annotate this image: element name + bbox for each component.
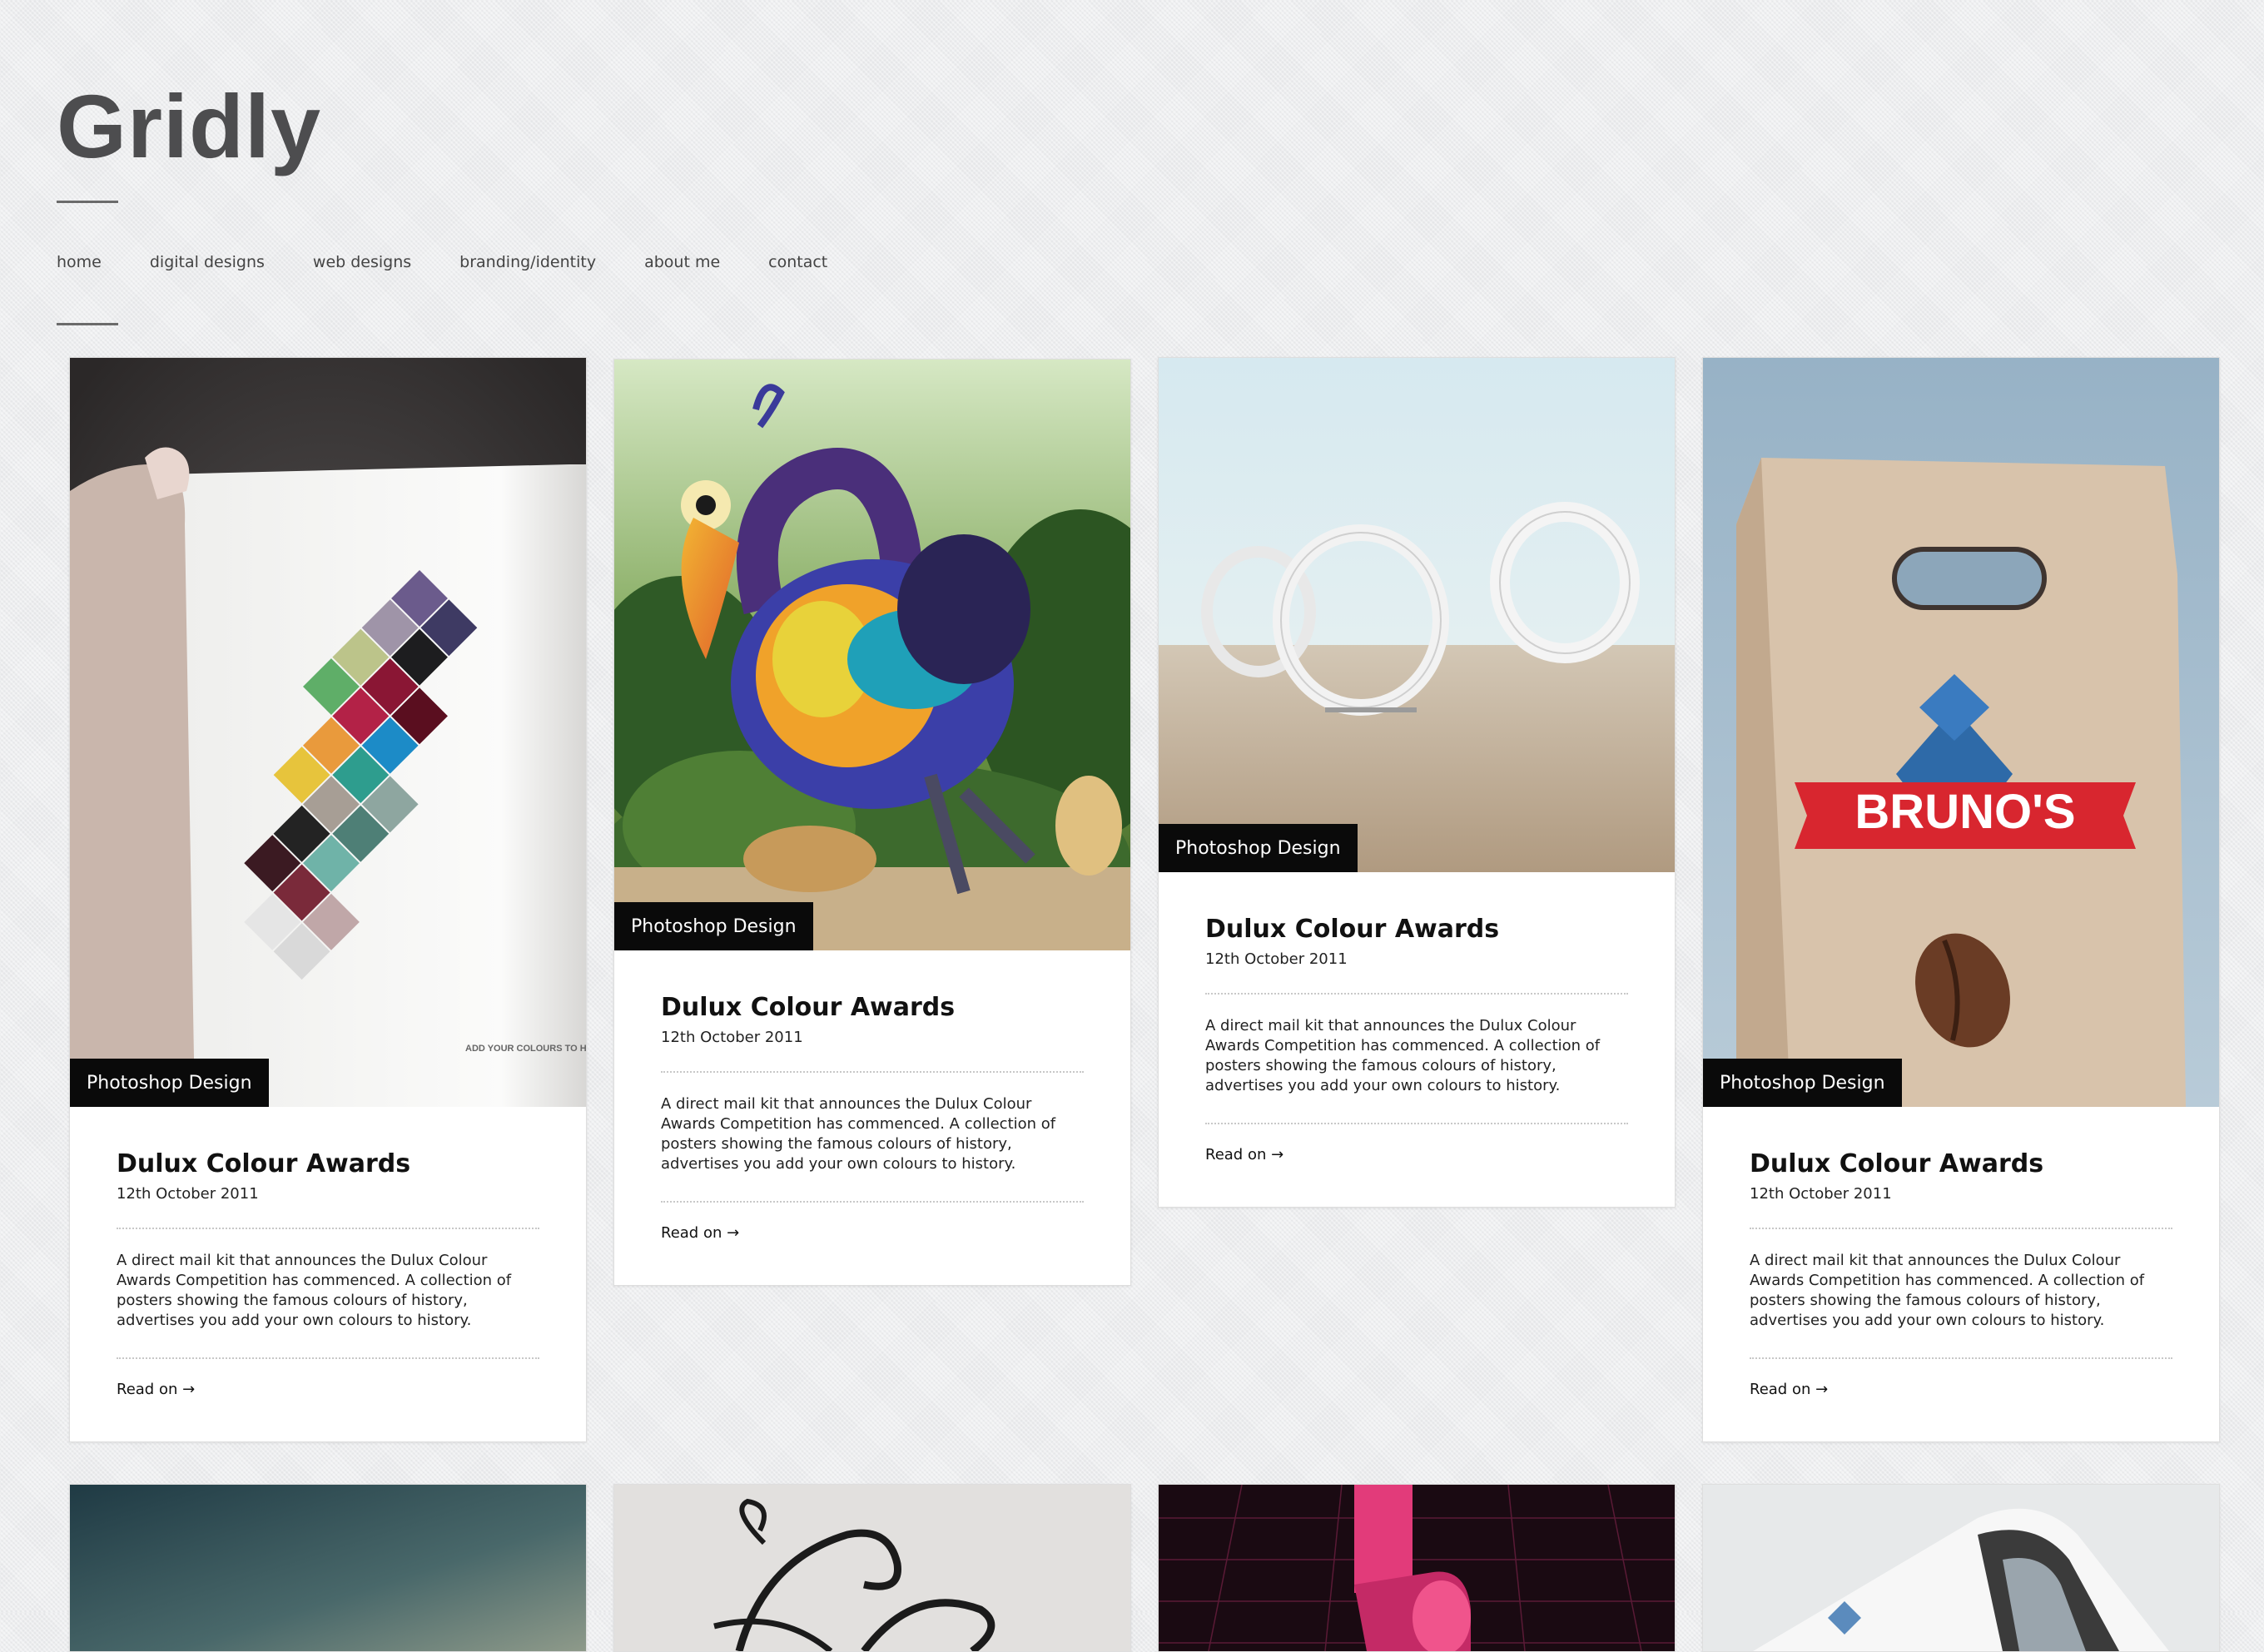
post-title[interactable]: Dulux Colour Awards	[661, 994, 1084, 1021]
read-on-link[interactable]: Read on →	[661, 1224, 739, 1242]
divider	[1750, 1228, 2172, 1229]
post-image[interactable]: ADD YOUR COLOURS TO HISTORY Photoshop De…	[70, 358, 586, 1107]
divider	[661, 1201, 1084, 1203]
post-excerpt: A direct mail kit that announces the Dul…	[117, 1252, 512, 1329]
divider	[661, 1071, 1084, 1073]
post-body: Dulux Colour Awards 12th October 2011 A …	[1159, 872, 1675, 1207]
poster-caption: ADD YOUR COLOURS TO HISTORY	[465, 1044, 586, 1054]
post-card	[1158, 1484, 1676, 1652]
divider	[1205, 1123, 1628, 1124]
post-body: Dulux Colour Awards 12th October 2011 A …	[1703, 1107, 2219, 1441]
post-excerpt: A direct mail kit that announces the Dul…	[661, 1095, 1056, 1173]
post-title[interactable]: Dulux Colour Awards	[117, 1150, 539, 1178]
post-body: Dulux Colour Awards 12th October 2011 A …	[70, 1107, 586, 1441]
nav-item-home: home	[57, 253, 102, 271]
divider	[117, 1357, 539, 1359]
logo-underline	[57, 201, 118, 203]
nav-item-contact: contact	[768, 253, 827, 271]
category-tag[interactable]: Photoshop Design	[1159, 824, 1358, 872]
logo-wordmark: BRUNO'S	[1854, 785, 2075, 839]
post-image[interactable]: BRUNO'S Photoshop Design	[1703, 358, 2219, 1107]
nav-link-web-designs[interactable]: web designs	[313, 253, 411, 271]
post-card: Photoshop Design Dulux Colour Awards 12t…	[613, 359, 1131, 1286]
nav-link-branding-identity[interactable]: branding/identity	[459, 253, 596, 271]
divider	[1750, 1357, 2172, 1359]
read-on-link[interactable]: Read on →	[117, 1381, 195, 1398]
post-card	[69, 1484, 587, 1652]
post-image[interactable]	[1159, 1485, 1675, 1651]
nav-link-digital-designs[interactable]: digital designs	[150, 253, 265, 271]
nav-underline	[57, 323, 118, 325]
post-card	[1702, 1484, 2220, 1652]
post-card	[613, 1484, 1131, 1652]
read-on-link[interactable]: Read on →	[1205, 1146, 1283, 1163]
post-image[interactable]	[1703, 1485, 2219, 1651]
post-title[interactable]: Dulux Colour Awards	[1205, 915, 1628, 943]
post-date: 12th October 2011	[117, 1185, 259, 1203]
nav-item-about-me: about me	[644, 253, 720, 271]
post-excerpt: A direct mail kit that announces the Dul…	[1205, 1017, 1601, 1094]
post-card: Photoshop Design Dulux Colour Awards 12t…	[1158, 357, 1676, 1208]
post-excerpt: A direct mail kit that announces the Dul…	[1750, 1252, 2145, 1329]
main-nav: home digital designs web designs brandin…	[57, 253, 876, 271]
nav-item-digital-designs: digital designs	[150, 253, 265, 271]
post-image[interactable]: Photoshop Design	[614, 360, 1130, 950]
category-tag[interactable]: Photoshop Design	[70, 1059, 269, 1107]
read-on-link[interactable]: Read on →	[1750, 1381, 1828, 1398]
post-image[interactable]: Photoshop Design	[1159, 358, 1675, 872]
nav-item-branding-identity: branding/identity	[459, 253, 596, 271]
post-title[interactable]: Dulux Colour Awards	[1750, 1150, 2172, 1178]
divider	[117, 1228, 539, 1229]
post-body: Dulux Colour Awards 12th October 2011 A …	[614, 950, 1130, 1285]
post-date: 12th October 2011	[661, 1029, 803, 1046]
category-tag[interactable]: Photoshop Design	[614, 902, 813, 950]
post-card: ADD YOUR COLOURS TO HISTORY Photoshop De…	[69, 357, 587, 1442]
nav-link-home[interactable]: home	[57, 253, 102, 271]
divider	[1205, 993, 1628, 995]
site-logo[interactable]: Gridly	[57, 82, 321, 171]
post-date: 12th October 2011	[1750, 1185, 1892, 1203]
nav-link-about-me[interactable]: about me	[644, 253, 720, 271]
post-date: 12th October 2011	[1205, 950, 1348, 968]
nav-link-contact[interactable]: contact	[768, 253, 827, 271]
post-card: BRUNO'S Photoshop Design Dulux Colour Aw…	[1702, 357, 2220, 1442]
category-tag[interactable]: Photoshop Design	[1703, 1059, 1902, 1107]
nav-item-web-designs: web designs	[313, 253, 411, 271]
post-image[interactable]	[614, 1485, 1130, 1651]
post-image[interactable]	[70, 1485, 586, 1651]
